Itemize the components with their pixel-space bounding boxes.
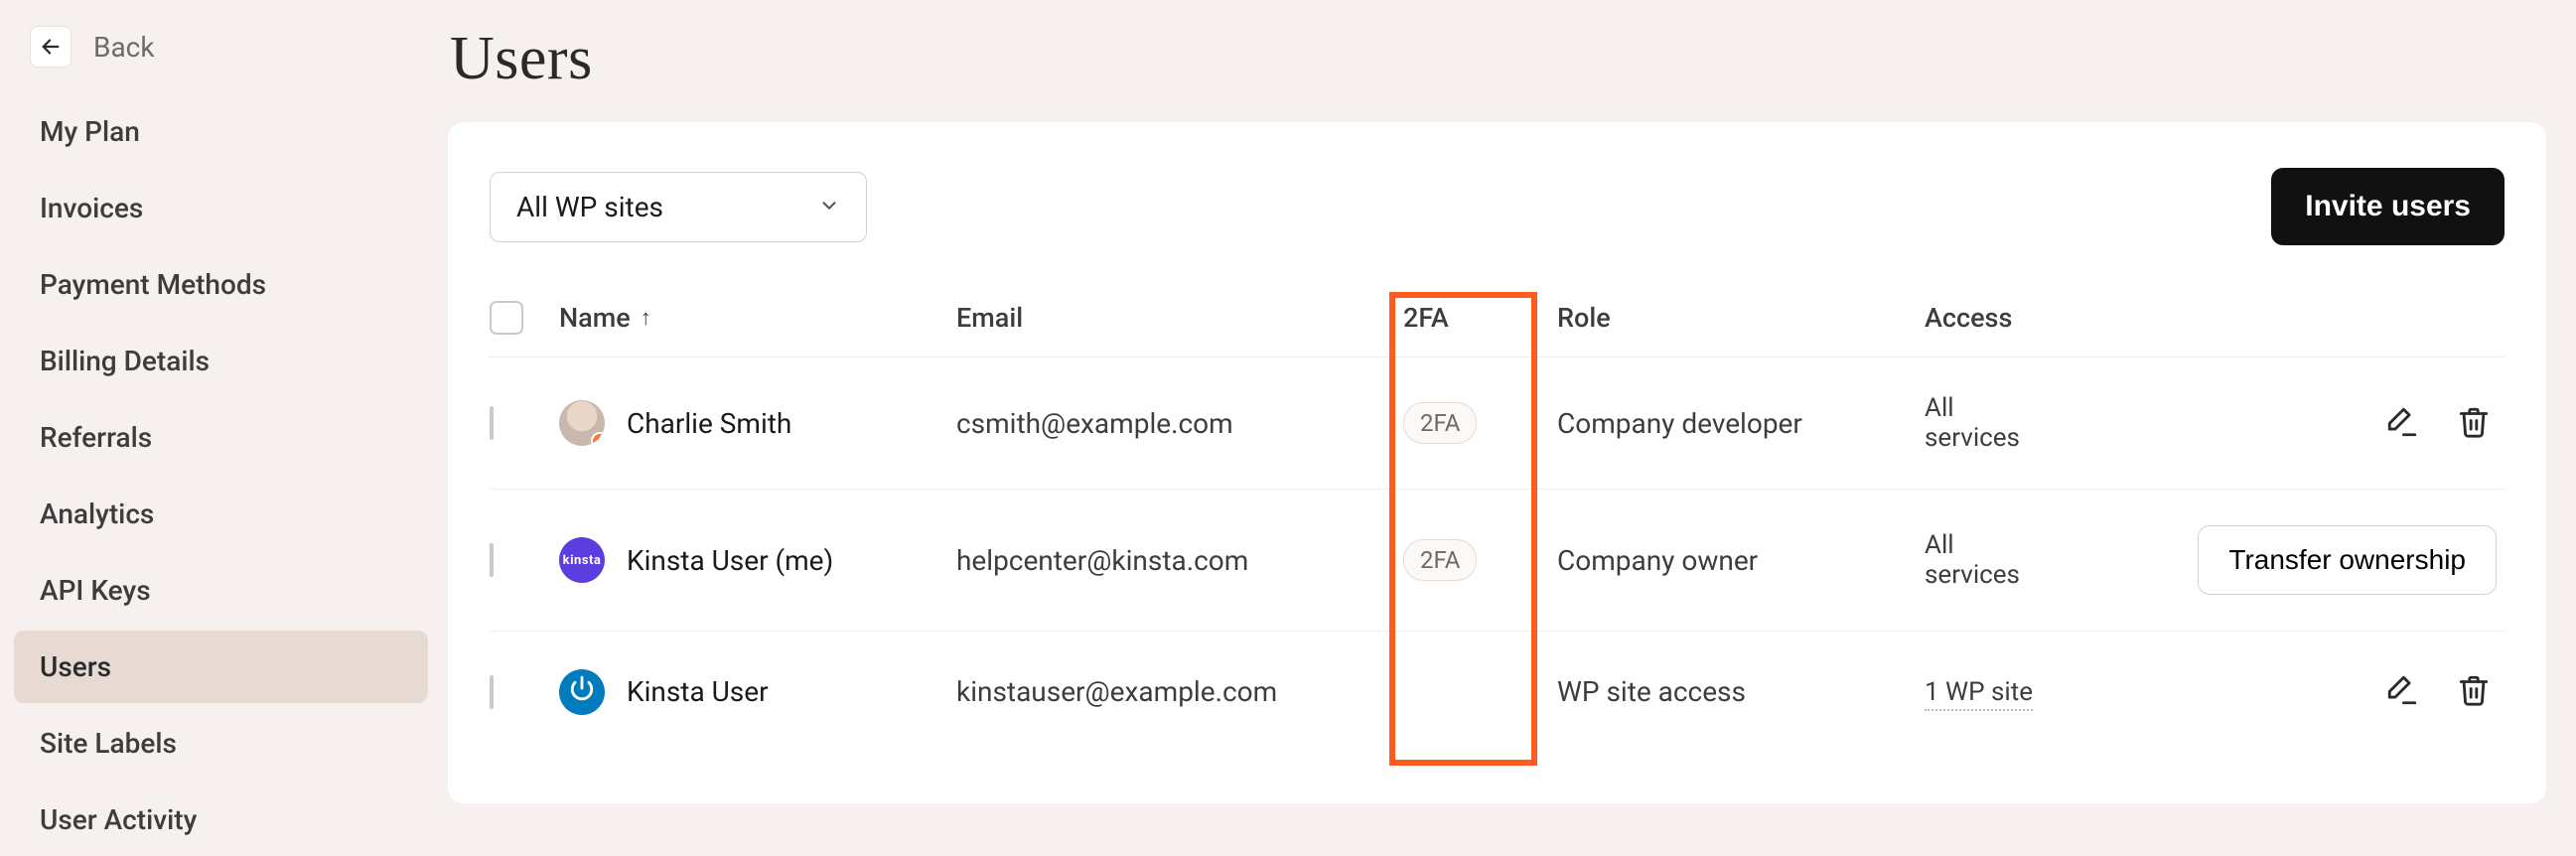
row-actions [2143,399,2504,448]
user-role: Company developer [1557,407,1925,440]
2fa-badge: 2FA [1403,402,1477,444]
col-name[interactable]: Name ↑ [559,302,956,334]
power-icon [569,675,595,708]
back-button[interactable] [30,26,72,68]
sort-asc-icon: ↑ [641,305,651,331]
user-role: Company owner [1557,544,1925,577]
users-table: Name ↑ Email 2FA Role Access ↓ Charlie Sm… [490,279,2504,752]
user-access: 1 WP site [1925,677,2143,707]
col-role[interactable]: Role [1557,302,1925,334]
sidebar-list: My PlanInvoicesPayment MethodsBilling De… [14,95,428,856]
access-link[interactable]: 1 WP site [1925,677,2033,711]
user-access: Allservices [1925,393,2143,453]
col-role-label: Role [1557,302,1611,334]
user-email: helpcenter@kinsta.com [956,544,1403,577]
user-email: kinstauser@example.com [956,675,1403,708]
table-header: Name ↑ Email 2FA Role Access [490,279,2504,357]
user-name: Kinsta User (me) [627,544,833,577]
table-row: Kinsta User kinstauser@example.com WP site… [490,632,2504,752]
user-2fa: 2FA [1403,539,1557,581]
avatar: ↓ [559,400,605,446]
row-checkbox[interactable] [490,675,494,709]
row-checkbox [490,543,494,577]
row-checkbox[interactable] [490,406,494,440]
2fa-badge: 2FA [1403,539,1477,581]
avatar-badge-icon: ↓ [591,432,605,446]
sidebar-item-user-activity[interactable]: User Activity [14,784,428,856]
col-access[interactable]: Access [1925,302,2143,334]
edit-button[interactable] [2379,667,2425,716]
main: Users All WP sites Invite users Name ↑ [442,0,2576,852]
trash-icon [2457,673,2491,710]
chevron-down-icon [818,191,840,223]
toolbar: All WP sites Invite users [490,168,2504,245]
user-role: WP site access [1557,675,1925,708]
user-name: Kinsta User [627,675,769,708]
row-actions [2143,667,2504,716]
pencil-icon [2385,673,2419,710]
table-body: ↓Charlie Smithcsmith@example.com2FACompa… [490,357,2504,752]
user-access: Allservices [1925,530,2143,590]
col-2fa[interactable]: 2FA [1403,302,1557,334]
table-row: kinsta Kinsta User (me) helpcenter@kinsta.… [490,490,2504,632]
sidebar-item-invoices[interactable]: Invoices [14,172,428,244]
col-2fa-label: 2FA [1403,302,1449,334]
sidebar: Back My PlanInvoicesPayment MethodsBilli… [0,0,442,852]
col-name-label: Name [559,302,631,334]
site-filter-value: All WP sites [516,191,663,223]
sidebar-item-referrals[interactable]: Referrals [14,401,428,474]
page-title: Users [450,24,2546,94]
user-2fa: 2FA [1403,402,1557,444]
user-name: Charlie Smith [627,407,791,440]
user-email: csmith@example.com [956,407,1403,440]
back-row: Back [14,18,428,95]
avatar [559,669,605,715]
invite-users-button[interactable]: Invite users [2271,168,2504,245]
users-card: All WP sites Invite users Name ↑ Email 2… [448,122,2546,803]
site-filter-select[interactable]: All WP sites [490,172,867,242]
sidebar-item-my-plan[interactable]: My Plan [14,95,428,168]
pencil-icon [2385,405,2419,442]
col-access-label: Access [1925,302,2012,334]
row-actions: Transfer ownership [2143,525,2504,595]
sidebar-item-billing-details[interactable]: Billing Details [14,325,428,397]
sidebar-item-analytics[interactable]: Analytics [14,478,428,550]
trash-icon [2457,405,2491,442]
delete-button[interactable] [2451,399,2497,448]
sidebar-item-users[interactable]: Users [14,631,428,703]
arrow-left-icon [40,36,62,58]
edit-button[interactable] [2379,399,2425,448]
back-label: Back [93,31,155,64]
table-row: ↓ Charlie Smith csmith@example.com2FA Compa… [490,357,2504,490]
select-all-checkbox[interactable] [490,301,523,335]
sidebar-item-site-labels[interactable]: Site Labels [14,707,428,780]
delete-button[interactable] [2451,667,2497,716]
avatar: kinsta [559,537,605,583]
transfer-ownership-button[interactable]: Transfer ownership [2198,525,2497,595]
sidebar-item-payment-methods[interactable]: Payment Methods [14,248,428,321]
col-email-label: Email [956,302,1023,334]
col-email[interactable]: Email [956,302,1403,334]
sidebar-item-api-keys[interactable]: API Keys [14,554,428,627]
